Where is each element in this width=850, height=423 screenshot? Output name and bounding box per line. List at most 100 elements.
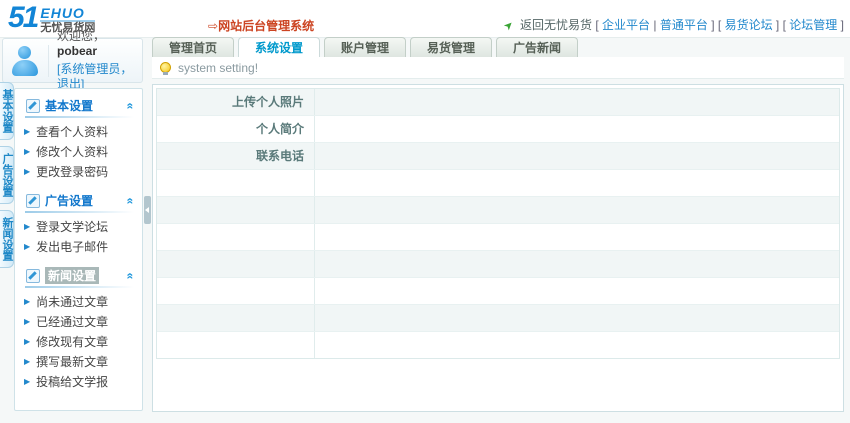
section-title-ads: 广告设置 [45, 194, 94, 208]
item-label: 撰写最新文章 [36, 355, 109, 369]
field-label-empty [157, 278, 315, 304]
field-value [315, 197, 839, 223]
sidebar-item-edit-profile[interactable]: ▶ 修改个人资料 [15, 142, 142, 162]
arrow-right-icon: ⇨ [208, 19, 219, 33]
user-role: 系统管理员 [60, 62, 121, 76]
sidebar-item-edit-articles[interactable]: ▶ 修改现有文章 [15, 332, 142, 352]
field-label-empty [157, 197, 315, 223]
table-row: 个人简介 [157, 116, 839, 143]
table-row [157, 305, 839, 332]
table-row [157, 278, 839, 305]
back-home-link[interactable]: 返回无忧易货 [520, 18, 592, 32]
enterprise-platform-link[interactable]: 企业平台 [602, 18, 650, 32]
collapse-icon[interactable]: « [124, 272, 138, 279]
bracket: ] [711, 18, 715, 32]
field-value[interactable] [315, 143, 839, 169]
logo-word: EHUO [40, 6, 96, 22]
logo-number: 51 [8, 1, 39, 34]
vertical-tab-strip: 基本设置 广告设置 新闻设置 [0, 82, 15, 274]
item-label: 更改登录密码 [36, 165, 109, 179]
notepad-icon [26, 193, 40, 208]
field-value [315, 278, 839, 304]
divider [48, 44, 49, 77]
sidebar-item-pending-articles[interactable]: ▶ 尚未通过文章 [15, 292, 142, 312]
pipe: | [653, 18, 657, 32]
sidebar-item-send-email[interactable]: ▶ 发出电子邮件 [15, 237, 142, 257]
field-label-empty [157, 170, 315, 196]
section-title-news: 新闻设置 [45, 267, 100, 284]
field-value [315, 332, 839, 358]
section-header: 新闻设置 « [15, 264, 142, 286]
collapse-icon[interactable]: « [124, 197, 138, 204]
field-label-upload-photo: 上传个人照片 [157, 89, 315, 115]
field-label-empty [157, 305, 315, 331]
item-label: 修改现有文章 [36, 335, 109, 349]
sidebar-item-write-article[interactable]: ▶ 撰写最新文章 [15, 352, 142, 372]
barter-forum-link[interactable]: 易货论坛 [725, 18, 773, 32]
item-label: 登录文学论坛 [36, 220, 109, 234]
field-value[interactable] [315, 89, 839, 115]
divider [25, 286, 134, 288]
table-row [157, 251, 839, 278]
field-value[interactable] [315, 116, 839, 142]
tab-barter-management[interactable]: 易货管理 [410, 37, 492, 58]
vertical-tab-news-settings[interactable]: 新闻设置 [0, 210, 14, 268]
sidebar-collapse-handle[interactable] [144, 196, 151, 224]
section-header: 广告设置 « [15, 189, 142, 211]
item-label: 发出电子邮件 [36, 240, 109, 254]
normal-platform-link[interactable]: 普通平台 [660, 18, 708, 32]
field-value [315, 224, 839, 250]
sidebar-menu: 基本设置 « ▶ 查看个人资料 ▶ 修改个人资料 ▶ 更改登录密码 广告设置 « ▶ 登… [14, 88, 143, 411]
user-avatar-icon [8, 44, 42, 78]
settings-form-table: 上传个人照片 个人简介 联系电话 [156, 88, 840, 359]
sidebar-item-change-password[interactable]: ▶ 更改登录密码 [15, 162, 142, 182]
section-header: 基本设置 « [15, 94, 142, 116]
triangle-bullet-icon: ▶ [24, 337, 31, 346]
sidebar-item-submit-article[interactable]: ▶ 投稿给文学报 [15, 372, 142, 392]
vertical-tab-basic-settings[interactable]: 基本设置 [0, 82, 14, 140]
field-label-empty [157, 332, 315, 358]
sidebar-item-view-profile[interactable]: ▶ 查看个人资料 [15, 122, 142, 142]
bracket: ] [775, 18, 780, 32]
tab-ads-news[interactable]: 广告新闻 [496, 37, 578, 58]
main-panel: 上传个人照片 个人简介 联系电话 [152, 84, 844, 412]
item-label: 尚未通过文章 [36, 295, 109, 309]
lightbulb-icon [160, 62, 171, 75]
tab-admin-home[interactable]: 管理首页 [152, 37, 234, 58]
system-title: ⇨网站后台管理系统 [208, 17, 314, 34]
field-value [315, 170, 839, 196]
item-label: 修改个人资料 [36, 145, 109, 159]
field-label-contact-phone: 联系电话 [157, 143, 315, 169]
section-title-basic: 基本设置 [45, 99, 94, 113]
triangle-bullet-icon: ▶ [24, 127, 31, 136]
collapse-icon[interactable]: « [124, 102, 138, 109]
bracket: [ [717, 18, 722, 32]
comma: ， [120, 62, 133, 76]
field-label-empty [157, 251, 315, 277]
sidebar-section-ads: 广告设置 « ▶ 登录文学论坛 ▶ 发出电子邮件 [15, 189, 142, 257]
triangle-bullet-icon: ▶ [24, 222, 31, 231]
user-info: 欢迎您，pobear [系统管理员，退出] [57, 29, 142, 92]
forum-admin-link[interactable]: 论坛管理 [789, 18, 837, 32]
info-message: system setting! [178, 60, 259, 75]
admin-page: 51 EHUO 无忧易货网 ⇨网站后台管理系统 ➤ 返回无忧易货 [ 企业平台 … [0, 0, 850, 423]
back-arrow-icon: ➤ [501, 18, 517, 34]
item-label: 查看个人资料 [36, 125, 109, 139]
tab-system-settings[interactable]: 系统设置 [238, 37, 320, 59]
username: pobear [57, 44, 98, 58]
top-links: ➤ 返回无忧易货 [ 企业平台 | 普通平台 ] [ 易货论坛 ] [ 论坛管理… [501, 16, 844, 34]
table-row [157, 197, 839, 224]
triangle-bullet-icon: ▶ [24, 167, 31, 176]
triangle-bullet-icon: ▶ [24, 297, 31, 306]
bracket: ] [840, 18, 844, 32]
triangle-bullet-icon: ▶ [24, 357, 31, 366]
tab-account-management[interactable]: 账户管理 [324, 37, 406, 58]
field-value [315, 305, 839, 331]
sidebar-item-login-forum[interactable]: ▶ 登录文学论坛 [15, 217, 142, 237]
vertical-tab-ad-settings[interactable]: 广告设置 [0, 146, 14, 204]
sidebar-section-basic: 基本设置 « ▶ 查看个人资料 ▶ 修改个人资料 ▶ 更改登录密码 [15, 94, 142, 182]
sidebar-item-approved-articles[interactable]: ▶ 已经通过文章 [15, 312, 142, 332]
welcome-line: 欢迎您，pobear [57, 29, 142, 59]
triangle-bullet-icon: ▶ [24, 242, 31, 251]
info-bar: system setting! [152, 57, 844, 79]
